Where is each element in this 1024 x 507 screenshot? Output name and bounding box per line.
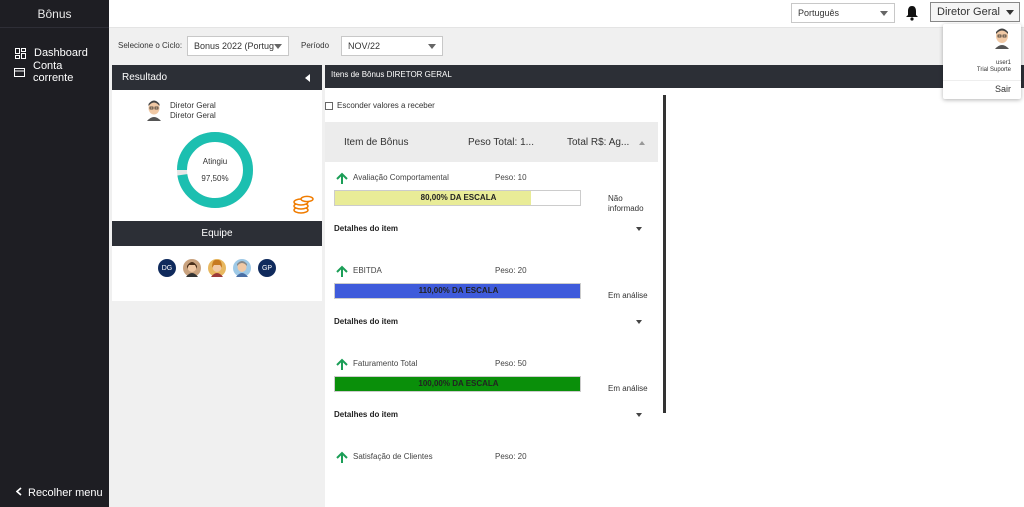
top-bar: Português Diretor Geral (109, 0, 1024, 28)
dropdown-user-info: user1 Trial Suporte (977, 60, 1011, 74)
result-header: Resultado (112, 65, 322, 90)
user-menu-label: Diretor Geral (937, 6, 1000, 18)
chevron-left-icon (15, 487, 22, 499)
period-select[interactable]: NOV/22 (341, 36, 443, 56)
period-label: Período (301, 41, 330, 50)
bonus-item-peso: Peso: 20 (495, 452, 527, 461)
chevron-down-icon (428, 44, 436, 49)
chevron-down-icon (1006, 10, 1014, 15)
arrow-up-icon (335, 264, 349, 277)
arrow-up-icon (335, 171, 349, 184)
column-peso[interactable]: Peso Total: 1... (468, 137, 534, 148)
bonus-item: Avaliação Comportamental Peso: 10 80,00%… (325, 171, 658, 251)
chevron-down-icon (274, 44, 282, 49)
team-member-avatar[interactable]: DG (158, 259, 176, 277)
cycle-label: Selecione o Ciclo: (118, 41, 183, 50)
bonus-item-name: Faturamento Total (353, 359, 418, 368)
cycle-select[interactable]: Bonus 2022 (Portug (187, 36, 289, 56)
donut-value: 97,50% (201, 174, 229, 183)
team-member-avatar[interactable] (183, 259, 201, 277)
checkbox-box[interactable] (325, 101, 333, 110)
coins-icon[interactable] (292, 193, 314, 215)
collapse-menu-button[interactable]: Recolher menu (0, 485, 109, 501)
dropdown-username: user1 (995, 60, 1011, 66)
language-value: Português (798, 8, 840, 18)
chevron-down-icon[interactable] (636, 413, 642, 417)
chevron-down-icon[interactable] (636, 227, 642, 231)
column-item[interactable]: Item de Bônus (344, 137, 408, 148)
bonus-table-header: Item de Bônus Peso Total: 1... Total R$:… (325, 122, 658, 162)
details-toggle[interactable]: Detalhes do item (334, 410, 398, 419)
avatar (145, 99, 163, 121)
team-member-avatar[interactable]: GP (258, 259, 276, 277)
hide-values-checkbox[interactable]: Esconder valores a receber (325, 101, 435, 110)
filter-bar: Selecione o Ciclo: Bonus 2022 (Portug Pe… (109, 29, 1024, 63)
employee-info: Diretor Geral Diretor Geral (170, 101, 216, 121)
bonus-item-name: Satisfação de Clientes (353, 452, 433, 461)
sidebar: Bônus Dashboard Conta corrente Recolher … (0, 0, 109, 507)
dashboard-icon (14, 47, 26, 59)
progress-label: 110,00% DA ESCALA (418, 286, 499, 295)
period-value: NOV/22 (348, 41, 381, 51)
user-dropdown: user1 Trial Suporte Sair (943, 24, 1021, 99)
bonus-items-panel: Itens de Bônus DIRETOR GERAL Esconder va… (325, 65, 1024, 507)
bonus-header: Itens de Bônus DIRETOR GERAL (325, 65, 1024, 88)
arrow-up-icon (335, 357, 349, 370)
bonus-item-name: EBITDA (353, 266, 382, 275)
collapse-left-icon[interactable] (305, 74, 310, 82)
bonus-item-peso: Peso: 50 (495, 359, 527, 368)
bell-icon[interactable] (905, 5, 919, 21)
language-select[interactable]: Português (791, 3, 895, 23)
achievement-donut: Atingiu 97,50% (175, 130, 255, 210)
logout-button[interactable]: Sair (995, 84, 1011, 94)
hide-values-label: Esconder valores a receber (337, 101, 435, 110)
sidebar-item-label: Conta corrente (33, 60, 74, 84)
team-member-avatar[interactable] (208, 259, 226, 277)
bonus-item-status: Em análise (608, 291, 648, 300)
team-members: DG GP (158, 259, 276, 277)
sidebar-item-label: Dashboard (34, 47, 88, 59)
column-total[interactable]: Total R$: Ag... (567, 137, 629, 148)
progress-bar: 80,00% DA ESCALA (334, 190, 581, 206)
chevron-down-icon (880, 11, 888, 16)
employee-name: Diretor Geral (170, 101, 216, 110)
donut-label: Atingiu (202, 157, 228, 166)
progress-label: 80,00% DA ESCALA (420, 193, 497, 202)
progress-bar: 110,00% DA ESCALA (334, 283, 581, 299)
progress-bar: 100,00% DA ESCALA (334, 376, 581, 392)
bonus-item: Faturamento Total Peso: 50 100,00% DA ES… (325, 357, 658, 437)
cycle-value: Bonus 2022 (Portug (194, 41, 275, 51)
bonus-item-peso: Peso: 20 (495, 266, 527, 275)
bonus-item-name: Avaliação Comportamental (353, 173, 449, 182)
bonus-item: Satisfação de Clientes Peso: 20 (325, 450, 658, 470)
scrollbar[interactable] (663, 95, 666, 413)
team-header: Equipe (112, 221, 322, 246)
details-toggle[interactable]: Detalhes do item (334, 317, 398, 326)
bonus-item-status: Em análise (608, 384, 648, 393)
dropdown-role: Trial Suporte (976, 67, 1011, 73)
team-member-avatar[interactable] (233, 259, 251, 277)
employee-role: Diretor Geral (170, 111, 216, 120)
bonus-item-peso: Peso: 10 (495, 173, 527, 182)
sort-up-icon[interactable] (639, 141, 645, 145)
details-toggle[interactable]: Detalhes do item (334, 224, 398, 233)
app-title: Bônus (0, 0, 109, 28)
bonus-item: EBITDA Peso: 20 110,00% DA ESCALA Em aná… (325, 264, 658, 344)
user-menu-button[interactable]: Diretor Geral (930, 2, 1020, 22)
result-panel: Resultado Diretor Geral Diretor Geral At… (112, 65, 322, 247)
team-panel: Equipe DG GP (112, 221, 322, 301)
progress-label: 100,00% DA ESCALA (418, 379, 499, 388)
card-icon (14, 66, 25, 78)
bonus-item-status: Não informado (608, 194, 644, 213)
sidebar-item-conta-corrente[interactable]: Conta corrente (0, 60, 109, 84)
chevron-down-icon[interactable] (636, 320, 642, 324)
collapse-menu-label: Recolher menu (28, 487, 103, 499)
result-title: Resultado (122, 72, 168, 83)
avatar (992, 27, 1012, 49)
arrow-up-icon (335, 450, 349, 463)
